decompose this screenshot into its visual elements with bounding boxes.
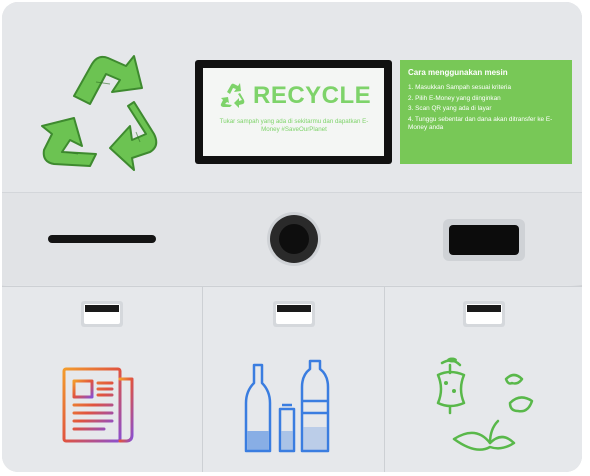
bin-row (2, 286, 582, 472)
instructions-panel: Cara menggunakan mesin 1. Masukkan Sampa… (400, 60, 572, 164)
bottles-and-can-icon (244, 359, 330, 453)
recycle-icon (41, 55, 158, 171)
instruction-step: 1. Masukkan Sampah sesuai kriteria (408, 84, 512, 91)
screen-title: RECYCLE (253, 82, 372, 109)
screen-message: Tukar sampah yang ada di sekitarmu dan d… (219, 118, 369, 133)
bin-bottles[interactable] (202, 286, 385, 472)
machine-top-panel: RECYCLE Tukar sampah yang ada di sekitar… (2, 2, 582, 192)
instructions-title: Cara menggunakan mesin (408, 68, 508, 77)
instructions-list: 1. Masukkan Sampah sesuai kriteria 2. Pi… (408, 84, 568, 135)
insertion-panel (2, 192, 582, 285)
display-screen: RECYCLE Tukar sampah yang ada di sekitar… (195, 60, 392, 164)
bottle-hole[interactable] (270, 215, 318, 263)
bin-handle[interactable] (463, 301, 505, 327)
paper-document-icon (62, 367, 134, 443)
screen-recycle-icon (220, 83, 245, 108)
recycling-machine: RECYCLE Tukar sampah yang ada di sekitar… (2, 2, 582, 472)
bin-paper[interactable] (2, 286, 202, 472)
organic-waste-icon (436, 357, 534, 451)
instruction-step: 2. Pilih E-Money yang diinginkan (408, 94, 501, 102)
bin-handle[interactable] (273, 301, 315, 327)
bin-handle[interactable] (81, 301, 123, 327)
screen-content: RECYCLE Tukar sampah yang ada di sekitar… (203, 68, 384, 156)
paper-slot[interactable] (48, 235, 156, 243)
instruction-step: 4. Tunggu sebentar dan dana akan ditrans… (408, 115, 553, 132)
instruction-step: 3. Scan QR yang ada di layar (408, 105, 492, 112)
bin-organic[interactable] (384, 286, 582, 472)
can-slot[interactable] (443, 219, 525, 261)
